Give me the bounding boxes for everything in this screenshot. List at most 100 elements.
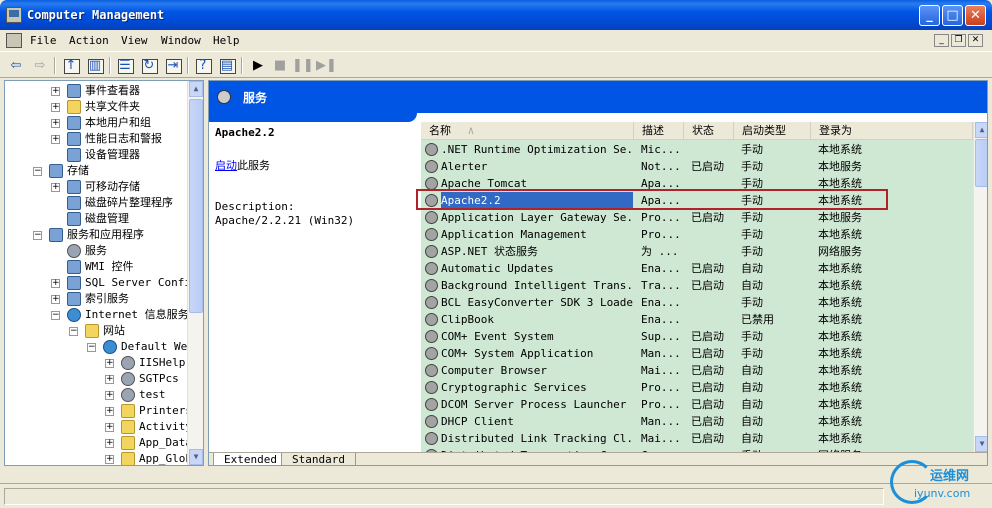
start-service-icon[interactable]: ▶ xyxy=(248,56,268,75)
service-row[interactable]: ClipBook Ena... 已禁用 本地系统 xyxy=(421,311,973,328)
service-row[interactable]: COM+ Event System Sup... 已启动 手动 本地系统 xyxy=(421,328,973,345)
close-button[interactable]: ✕ xyxy=(965,5,986,26)
menu-view[interactable]: View xyxy=(121,34,148,47)
minimize-button[interactable]: _ xyxy=(919,5,940,26)
collapse-icon[interactable]: − xyxy=(33,167,42,176)
title-bar[interactable]: Computer Management _ □ ✕ xyxy=(0,0,992,30)
expand-icon[interactable]: + xyxy=(51,183,60,192)
collapse-icon[interactable]: − xyxy=(33,231,42,240)
tree-item[interactable]: + test xyxy=(5,387,195,403)
service-row[interactable]: Alerter Not... 已启动 手动 本地服务 xyxy=(421,158,973,175)
collapse-icon[interactable]: − xyxy=(69,327,78,336)
computer-management-icon[interactable] xyxy=(6,7,22,23)
stop-service-icon[interactable]: ■ xyxy=(270,56,290,75)
menu-help[interactable]: Help xyxy=(213,34,240,47)
scroll-up-arrow-icon[interactable]: ▲ xyxy=(975,122,987,138)
pause-service-icon[interactable]: ❚❚ xyxy=(292,56,314,75)
service-row[interactable]: Application Layer Gateway Se... Pro... 已启动… xyxy=(421,209,973,226)
show-hide-tree-icon[interactable]: ▥ xyxy=(85,56,105,75)
tree-item[interactable]: + 性能日志和警报 xyxy=(5,131,195,147)
tree-item[interactable]: + 索引服务 xyxy=(5,291,195,307)
show-hide-action-pane-icon[interactable]: ▤ xyxy=(217,56,237,75)
service-row[interactable]: BCL EasyConverter SDK 3 Loader Ena... 手动 本地… xyxy=(421,294,973,311)
service-row[interactable]: .NET Runtime Optimization Se... Mic... 手动 本… xyxy=(421,141,973,158)
tree-item[interactable]: − 存储 xyxy=(5,163,195,179)
scroll-thumb[interactable] xyxy=(189,99,203,313)
tree-item[interactable]: − 网站 xyxy=(5,323,195,339)
tree-item[interactable]: 磁盘碎片整理程序 xyxy=(5,195,195,211)
expand-icon[interactable]: + xyxy=(51,279,60,288)
export-list-icon[interactable]: ⇥ xyxy=(163,56,183,75)
tab-standard[interactable]: Standard xyxy=(281,453,356,465)
mdi-minimize-button[interactable]: _ xyxy=(934,34,949,47)
service-row[interactable]: Cryptographic Services Pro... 已启动 自动 本地系统 xyxy=(421,379,973,396)
tree-item[interactable]: + App_Data xyxy=(5,435,195,451)
tree-item[interactable]: + SGTPcs xyxy=(5,371,195,387)
refresh-icon[interactable]: ↻ xyxy=(139,56,159,75)
tree-item[interactable]: + App_Global xyxy=(5,451,203,465)
service-row[interactable]: Background Intelligent Trans... Tra... 已启动… xyxy=(421,277,973,294)
expand-icon[interactable]: + xyxy=(105,439,114,448)
menu-window[interactable]: Window xyxy=(161,34,201,47)
service-row[interactable]: Computer Browser Mai... 已启动 自动 本地系统 xyxy=(421,362,973,379)
scroll-up-arrow-icon[interactable]: ▲ xyxy=(189,81,203,97)
tree-item[interactable]: + Printers xyxy=(5,403,195,419)
tree-item[interactable]: + 本地用户和组 xyxy=(5,115,195,131)
service-row[interactable]: DHCP Client Man... 已启动 自动 本地系统 xyxy=(421,413,973,430)
menu-action[interactable]: Action xyxy=(69,34,109,47)
column-header-name[interactable]: 名称 ∧ xyxy=(421,122,634,140)
tree-item[interactable]: + 共享文件夹 xyxy=(5,99,195,115)
help-icon[interactable]: ? xyxy=(193,56,213,75)
tree-item[interactable]: 设备管理器 xyxy=(5,147,195,163)
tree-item[interactable]: +SQL Server Configura xyxy=(5,275,203,291)
column-header-status[interactable]: 状态 xyxy=(684,122,734,140)
tab-extended[interactable]: Extended xyxy=(213,453,288,465)
expand-icon[interactable]: + xyxy=(105,407,114,416)
tree-scrollbar[interactable]: ▲ ▼ xyxy=(187,81,203,465)
tree-item[interactable]: 磁盘管理 xyxy=(5,211,195,227)
service-row[interactable]: ASP.NET 状态服务 为 ... 手动 网络服务 xyxy=(421,243,973,260)
tree-item[interactable]: + 可移动存储 xyxy=(5,179,195,195)
expand-icon[interactable]: + xyxy=(105,423,114,432)
expand-icon[interactable]: + xyxy=(105,455,114,464)
column-header-description[interactable]: 描述 xyxy=(634,122,684,140)
tree-item[interactable]: 服务 xyxy=(5,243,195,259)
service-row[interactable]: DCOM Server Process Launcher Pro... 已启动 自动 本… xyxy=(421,396,973,413)
tree-item[interactable]: + ActivityCo xyxy=(5,419,203,435)
list-scrollbar[interactable]: ▲ ▼ xyxy=(973,122,987,452)
expand-icon[interactable]: + xyxy=(105,359,114,368)
console-tree[interactable]: + 事件查看器 + 共享文件夹 + 本地用户和组 + 性能日志和警报 设备管理器 − 存储 + 可移动存… xyxy=(4,80,204,466)
restart-service-icon[interactable]: ▶❚ xyxy=(316,56,337,75)
properties-icon[interactable]: ☰ xyxy=(115,56,135,75)
tree-item[interactable]: − 服务和应用程序 xyxy=(5,227,195,243)
up-one-level-icon[interactable]: ↑ xyxy=(61,56,81,75)
back-icon[interactable]: ⇦ xyxy=(6,56,26,75)
tree-item[interactable]: − Internet 信息服务 xyxy=(5,307,195,323)
collapse-icon[interactable]: − xyxy=(51,311,60,320)
menu-file[interactable]: File xyxy=(30,34,57,47)
tree-item[interactable]: + 事件查看器 xyxy=(5,83,195,99)
scroll-down-arrow-icon[interactable]: ▼ xyxy=(189,449,203,465)
service-row[interactable]: Distributed Link Tracking Cl... Mai... 已启动… xyxy=(421,430,973,447)
tree-item[interactable]: WMI 控件 xyxy=(5,259,195,275)
scroll-thumb[interactable] xyxy=(975,139,987,187)
mdi-close-button[interactable]: ✕ xyxy=(968,34,983,47)
service-row[interactable]: COM+ System Application Man... 已启动 手动 本地系统 xyxy=(421,345,973,362)
service-row[interactable]: Automatic Updates Ena... 已启动 自动 本地系统 xyxy=(421,260,973,277)
expand-icon[interactable]: + xyxy=(51,87,60,96)
tree-item[interactable]: + IISHelp xyxy=(5,355,195,371)
expand-icon[interactable]: + xyxy=(105,391,114,400)
column-header-startup-type[interactable]: 启动类型 xyxy=(734,122,811,140)
mdi-restore-button[interactable]: ❐ xyxy=(951,34,966,47)
expand-icon[interactable]: + xyxy=(51,103,60,112)
start-service-link[interactable]: 启动 xyxy=(215,159,237,172)
service-row[interactable]: Application Management Pro... 手动 本地系统 xyxy=(421,226,973,243)
document-icon[interactable] xyxy=(6,33,22,48)
column-header-log-on-as[interactable]: 登录为 xyxy=(811,122,973,140)
expand-icon[interactable]: + xyxy=(105,375,114,384)
expand-icon[interactable]: + xyxy=(51,295,60,304)
forward-icon[interactable]: ⇨ xyxy=(30,56,50,75)
scroll-down-arrow-icon[interactable]: ▼ xyxy=(975,436,987,452)
collapse-icon[interactable]: − xyxy=(87,343,96,352)
services-list[interactable]: 名称 ∧ 描述 状态 启动类型 登录为 .NET Runtime Optimiz… xyxy=(416,122,987,462)
